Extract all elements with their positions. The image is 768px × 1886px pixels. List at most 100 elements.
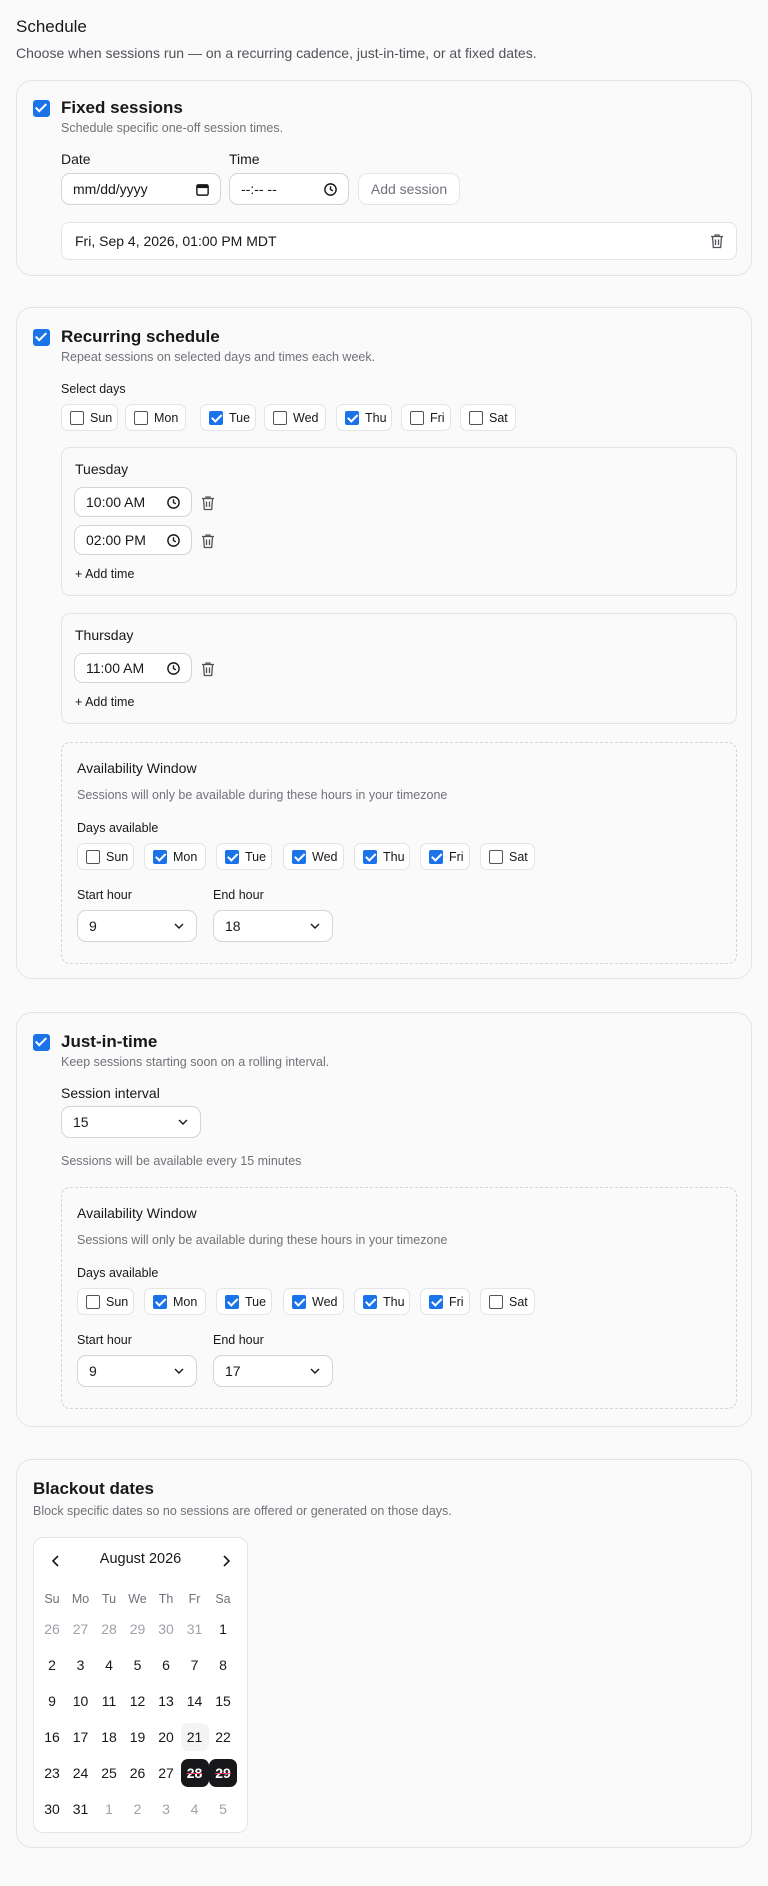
- calendar-day[interactable]: 15: [209, 1687, 237, 1715]
- day-checkbox[interactable]: [225, 1294, 239, 1309]
- day-checkbox[interactable]: [86, 1294, 100, 1309]
- calendar-day-outside[interactable]: 31: [181, 1615, 209, 1643]
- avail-day-thu[interactable]: Thu: [354, 1288, 410, 1315]
- day-checkbox[interactable]: [410, 410, 424, 425]
- calendar-day[interactable]: 9: [38, 1687, 66, 1715]
- calendar-day[interactable]: 21: [180, 1723, 209, 1751]
- calendar-day[interactable]: 4: [95, 1651, 123, 1679]
- calendar-day[interactable]: 8: [209, 1651, 237, 1679]
- calendar-day[interactable]: 19: [124, 1723, 152, 1751]
- calendar-day-blocked[interactable]: 28: [180, 1759, 209, 1787]
- calendar-day-outside[interactable]: 28: [95, 1615, 123, 1643]
- day-checkbox[interactable]: [134, 410, 148, 425]
- calendar-day-outside[interactable]: 3: [152, 1795, 180, 1823]
- calendar-day[interactable]: 11: [95, 1687, 123, 1715]
- recurring-day-mon[interactable]: Mon: [125, 404, 186, 431]
- recurring-day-thu[interactable]: Thu: [336, 404, 392, 431]
- day-checkbox[interactable]: [292, 849, 306, 864]
- recurring-schedule-checkbox[interactable]: [33, 329, 50, 346]
- add-session-button[interactable]: Add session: [358, 173, 460, 205]
- recurring-day-tue[interactable]: Tue: [200, 404, 256, 431]
- calendar-day-blocked[interactable]: 29: [209, 1759, 237, 1787]
- calendar-day-outside[interactable]: 4: [181, 1795, 209, 1823]
- calendar-day-outside[interactable]: 29: [124, 1615, 152, 1643]
- avail-day-thu[interactable]: Thu: [354, 843, 410, 870]
- avail-day-fri[interactable]: Fri: [420, 1288, 470, 1315]
- day-checkbox[interactable]: [273, 410, 287, 425]
- just-in-time-checkbox[interactable]: [33, 1034, 50, 1051]
- time-input[interactable]: 02:00 PM: [74, 525, 192, 555]
- trash-icon[interactable]: [710, 233, 724, 249]
- day-checkbox[interactable]: [153, 849, 167, 864]
- recurring-day-sun[interactable]: Sun: [61, 404, 118, 431]
- fixed-sessions-checkbox[interactable]: [33, 100, 50, 117]
- avail-day-mon[interactable]: Mon: [144, 843, 206, 870]
- avail-day-fri[interactable]: Fri: [420, 843, 470, 870]
- day-checkbox[interactable]: [225, 849, 239, 864]
- avail-day-tue[interactable]: Tue: [216, 1288, 272, 1315]
- day-checkbox[interactable]: [363, 849, 377, 864]
- recurring-day-sat[interactable]: Sat: [460, 404, 516, 431]
- time-input[interactable]: --:-- --: [229, 173, 349, 205]
- calendar-day[interactable]: 22: [209, 1723, 237, 1751]
- day-checkbox[interactable]: [345, 410, 359, 425]
- calendar-day[interactable]: 14: [181, 1687, 209, 1715]
- recurring-day-wed[interactable]: Wed: [264, 404, 326, 431]
- calendar-day[interactable]: 27: [152, 1759, 180, 1787]
- calendar-day[interactable]: 31: [67, 1795, 95, 1823]
- avail-day-sat[interactable]: Sat: [480, 843, 535, 870]
- calendar-day[interactable]: 24: [67, 1759, 95, 1787]
- calendar-day[interactable]: 17: [67, 1723, 95, 1751]
- time-input[interactable]: 11:00 AM: [74, 653, 192, 683]
- trash-icon[interactable]: [201, 533, 215, 549]
- start-hour-select[interactable]: 9: [77, 1355, 197, 1387]
- add-time-link[interactable]: + Add time: [75, 567, 134, 581]
- calendar-day[interactable]: 23: [38, 1759, 66, 1787]
- calendar-day[interactable]: 3: [67, 1651, 95, 1679]
- start-hour-select[interactable]: 9: [77, 910, 197, 942]
- calendar-day[interactable]: 20: [152, 1723, 180, 1751]
- session-interval-select[interactable]: 15: [61, 1106, 201, 1138]
- calendar-day-outside[interactable]: 2: [124, 1795, 152, 1823]
- avail-day-tue[interactable]: Tue: [216, 843, 272, 870]
- day-checkbox[interactable]: [489, 849, 503, 864]
- calendar-day[interactable]: 18: [95, 1723, 123, 1751]
- calendar-day[interactable]: 13: [152, 1687, 180, 1715]
- calendar-day-outside[interactable]: 1: [95, 1795, 123, 1823]
- avail-day-sun[interactable]: Sun: [77, 843, 134, 870]
- avail-day-wed[interactable]: Wed: [283, 1288, 344, 1315]
- time-input[interactable]: 10:00 AM: [74, 487, 192, 517]
- trash-icon[interactable]: [201, 661, 215, 677]
- end-hour-select[interactable]: 17: [213, 1355, 333, 1387]
- calendar-day[interactable]: 7: [181, 1651, 209, 1679]
- calendar-day-outside[interactable]: 30: [152, 1615, 180, 1643]
- chevron-right-icon[interactable]: [220, 1554, 232, 1568]
- calendar-day-outside[interactable]: 5: [209, 1795, 237, 1823]
- calendar-day[interactable]: 6: [152, 1651, 180, 1679]
- day-checkbox[interactable]: [429, 849, 443, 864]
- day-checkbox[interactable]: [209, 410, 223, 425]
- day-checkbox[interactable]: [469, 410, 483, 425]
- end-hour-select[interactable]: 18: [213, 910, 333, 942]
- add-time-link[interactable]: + Add time: [75, 695, 134, 709]
- trash-icon[interactable]: [201, 495, 215, 511]
- recurring-day-fri[interactable]: Fri: [401, 404, 451, 431]
- day-checkbox[interactable]: [363, 1294, 377, 1309]
- calendar-day[interactable]: 12: [124, 1687, 152, 1715]
- avail-day-wed[interactable]: Wed: [283, 843, 344, 870]
- calendar-day[interactable]: 2: [38, 1651, 66, 1679]
- day-checkbox[interactable]: [86, 849, 100, 864]
- avail-day-sat[interactable]: Sat: [480, 1288, 535, 1315]
- day-checkbox[interactable]: [292, 1294, 306, 1309]
- calendar-day[interactable]: 25: [95, 1759, 123, 1787]
- calendar-day[interactable]: 16: [38, 1723, 66, 1751]
- calendar-day-outside[interactable]: 27: [67, 1615, 95, 1643]
- avail-day-sun[interactable]: Sun: [77, 1288, 134, 1315]
- date-input[interactable]: mm/dd/yyyy: [61, 173, 221, 205]
- calendar-day[interactable]: 5: [124, 1651, 152, 1679]
- day-checkbox[interactable]: [70, 410, 84, 425]
- calendar-day[interactable]: 10: [67, 1687, 95, 1715]
- day-checkbox[interactable]: [429, 1294, 443, 1309]
- day-checkbox[interactable]: [489, 1294, 503, 1309]
- calendar-day-outside[interactable]: 26: [38, 1615, 66, 1643]
